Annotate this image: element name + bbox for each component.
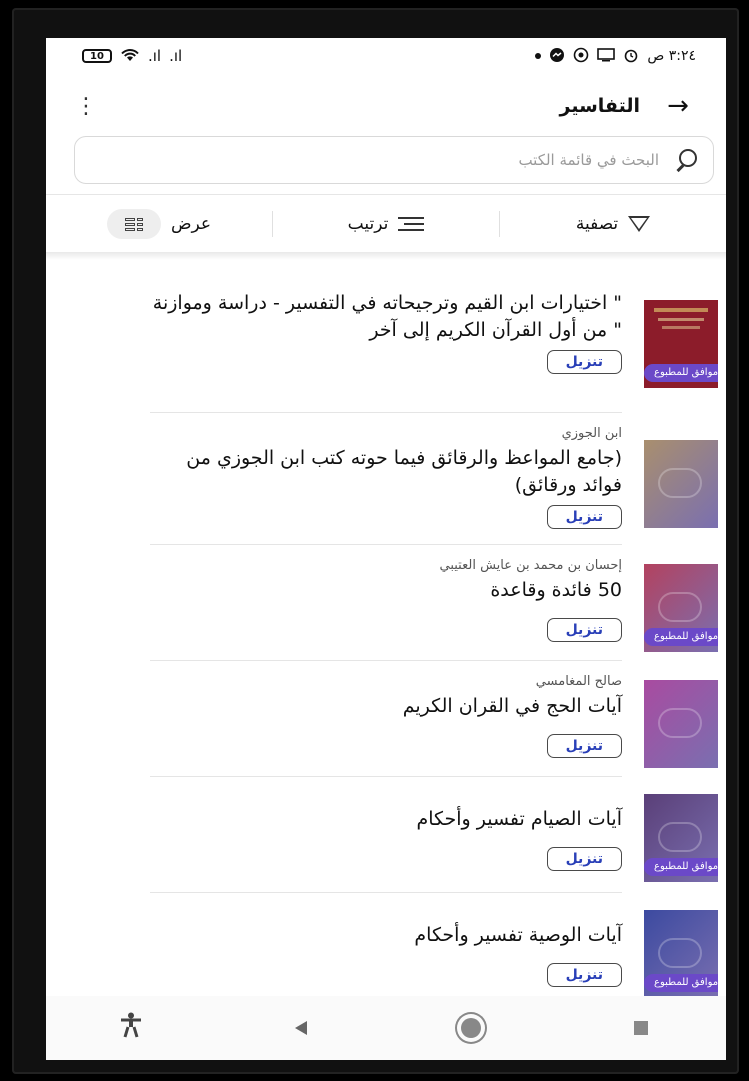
notification-dot-icon (535, 53, 542, 59)
search-box[interactable] (74, 136, 714, 184)
divider (150, 412, 622, 413)
divider (150, 544, 622, 545)
book-title[interactable]: آيات الوصية تفسير وأحكام (150, 922, 622, 949)
book-cover[interactable]: موافق للمطبوع (644, 794, 718, 882)
signal-icon: .ıl (148, 46, 162, 65)
book-cover[interactable] (644, 680, 718, 768)
filter-toolbar: تصفية ترتيب عرض (46, 196, 726, 252)
placeholder-cloud-icon (658, 708, 702, 738)
messenger-icon (549, 47, 565, 66)
book-title[interactable]: آيات الصيام تفسير وأحكام (150, 806, 622, 833)
divider (46, 194, 726, 195)
print-match-badge: موافق للمطبوع (644, 628, 718, 646)
battery-icon: 10 (82, 49, 112, 63)
toolbar-separator (499, 211, 500, 237)
filter-button[interactable]: تصفية (500, 214, 726, 234)
download-button[interactable]: تنزيل (546, 505, 622, 529)
placeholder-cloud-icon (658, 468, 702, 498)
screen-cast-icon (597, 47, 616, 65)
book-author: ابن الجوزي (561, 426, 622, 441)
download-button[interactable]: تنزيل (546, 734, 622, 758)
placeholder-cloud-icon (658, 938, 702, 968)
back-triangle-icon (295, 1021, 307, 1035)
screen: 10 .ıl .ıl ٣:٢٤ ص → التفاسير ⋮ البحث في … (46, 38, 726, 1060)
book-author: صالح المغامسي (535, 674, 622, 689)
book-info: آيات الوصية تفسير وأحكام تنزيل (150, 922, 622, 987)
book-info: إحسان بن محمد بن عايش العتيبي 50 فائدة و… (150, 558, 622, 642)
status-bar: 10 .ıl .ıl ٣:٢٤ ص (46, 38, 726, 74)
clock-time: ٣:٢٤ ص (647, 48, 696, 64)
placeholder-cloud-icon (658, 592, 702, 622)
filter-icon (628, 216, 651, 232)
divider (150, 776, 622, 777)
grid-view-icon (106, 209, 161, 239)
book-cover[interactable]: موافق للمطبوع (644, 564, 718, 652)
divider (150, 660, 622, 661)
recents-square-icon (634, 1021, 648, 1035)
phone-frame: 10 .ıl .ıl ٣:٢٤ ص → التفاسير ⋮ البحث في … (12, 8, 739, 1074)
divider (150, 892, 622, 893)
accessibility-icon (119, 1012, 143, 1045)
book-cover[interactable] (644, 440, 718, 528)
system-nav-bar (46, 996, 726, 1060)
print-match-badge: موافق للمطبوع (644, 858, 718, 876)
book-title[interactable]: (جامع المواعظ والرقائق فيما حوته كتب ابن… (150, 445, 622, 499)
search-input[interactable] (91, 150, 661, 170)
book-cover[interactable]: موافق للمطبوع (644, 300, 718, 388)
search-icon[interactable] (675, 149, 697, 172)
placeholder-cloud-icon (658, 822, 702, 852)
book-title[interactable]: 50 فائدة وقاعدة (150, 577, 622, 604)
status-right: ٣:٢٤ ص (535, 47, 696, 66)
more-options-icon[interactable]: ⋮ (74, 94, 98, 119)
download-button[interactable]: تنزيل (546, 618, 622, 642)
app-bar: → التفاسير ⋮ (46, 86, 726, 126)
home-circle-icon (461, 1018, 481, 1038)
view-button[interactable]: عرض (46, 209, 272, 239)
nav-back-button[interactable] (271, 1008, 331, 1048)
sort-label: ترتيب (347, 214, 389, 234)
sort-icon (398, 217, 425, 231)
alarm-icon (623, 47, 639, 66)
accessibility-button[interactable] (101, 1008, 161, 1048)
print-match-badge: موافق للمطبوع (644, 364, 718, 382)
book-info: صالح المغامسي آيات الحج في القران الكريم… (150, 674, 622, 758)
print-match-badge: موافق للمطبوع (644, 974, 718, 992)
whatsapp-icon (573, 47, 589, 66)
page-title: التفاسير (559, 95, 640, 117)
toolbar-separator-2 (272, 211, 273, 237)
view-label: عرض (170, 214, 212, 234)
book-info: آيات الصيام تفسير وأحكام تنزيل (150, 806, 622, 871)
download-button[interactable]: تنزيل (546, 963, 622, 987)
book-author: إحسان بن محمد بن عايش العتيبي (439, 558, 623, 573)
book-info: ابن الجوزي (جامع المواعظ والرقائق فيما ح… (150, 426, 622, 529)
status-left: 10 .ıl .ıl (82, 48, 182, 65)
sort-button[interactable]: ترتيب (273, 214, 499, 234)
book-title[interactable]: " اختيارات ابن القيم وترجيحاته في التفسي… (150, 290, 622, 344)
book-info: " اختيارات ابن القيم وترجيحاته في التفسي… (150, 290, 622, 374)
toolbar-shadow (46, 252, 726, 260)
book-list: موافق للمطبوع " اختيارات ابن القيم وترجي… (46, 260, 726, 996)
download-button[interactable]: تنزيل (546, 350, 622, 374)
filter-label: تصفية (575, 214, 619, 234)
wifi-icon (120, 48, 140, 65)
nav-home-button[interactable] (441, 1008, 501, 1048)
nav-recents-button[interactable] (611, 1008, 671, 1048)
download-button[interactable]: تنزيل (546, 847, 622, 871)
signal-icon-2: .ıl (169, 46, 183, 65)
back-arrow-icon[interactable]: → (658, 91, 698, 121)
book-title[interactable]: آيات الحج في القران الكريم (150, 693, 622, 720)
book-cover[interactable]: موافق للمطبوع (644, 910, 718, 996)
